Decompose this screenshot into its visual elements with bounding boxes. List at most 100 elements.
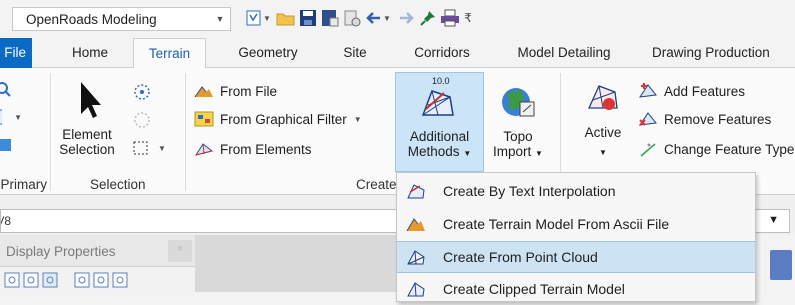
tab-terrain[interactable]: Terrain <box>133 38 206 69</box>
text-interpolation-icon <box>399 182 433 200</box>
from-graphical-filter-button[interactable]: From Graphical Filter ▼ <box>194 108 362 130</box>
active-label: Active <box>584 125 622 140</box>
active-terrain-icon <box>587 85 618 110</box>
group-label-selection: Selection <box>90 177 146 192</box>
chevron-down-icon: ▼ <box>215 14 225 24</box>
view-selector-value: V8 <box>1 214 11 228</box>
from-elements-label: From Elements <box>220 141 312 157</box>
menu-item-label: Create By Text Interpolation <box>443 183 616 199</box>
change-feature-type-button[interactable]: Change Feature Type <box>638 138 795 160</box>
workspace-value: OpenRoads Modeling <box>26 11 157 27</box>
topo-import-button[interactable]: Topo Import ▼ <box>488 72 548 172</box>
new-file-icon[interactable] <box>244 8 264 28</box>
ribbon-tabs: File Home Terrain Geometry Site Corridor… <box>0 38 795 69</box>
add-features-button[interactable]: Add Features <box>638 80 745 102</box>
from-file-label: From File <box>220 83 277 99</box>
remove-features-button[interactable]: Remove Features <box>638 108 771 130</box>
ascii-file-icon <box>399 215 433 233</box>
compress-icon[interactable] <box>342 8 362 28</box>
group-label-create: Create <box>356 177 397 192</box>
element-selection-label-2: Selection <box>59 142 115 157</box>
undo-icon[interactable] <box>364 8 384 28</box>
menu-item-label: Create Terrain Model From Ascii File <box>443 216 670 232</box>
tool-icon[interactable] <box>74 272 90 288</box>
tab-drawing-production[interactable]: Drawing Production <box>644 38 795 68</box>
close-button[interactable]: × <box>168 240 192 262</box>
terrain-elements-icon <box>194 140 214 158</box>
search-icon[interactable] <box>0 80 14 98</box>
topo-import-label-2: Import ▼ <box>493 144 543 159</box>
circle-select-icon[interactable] <box>132 82 152 102</box>
arrow-cursor-icon <box>81 82 101 118</box>
from-elements-button[interactable]: From Elements <box>194 138 312 160</box>
group-label-primary: Primary <box>0 177 48 192</box>
terrain-mesh-icon <box>421 90 454 116</box>
graphical-filter-icon <box>194 110 214 128</box>
tab-home[interactable]: Home <box>65 38 115 68</box>
dropdown-arrow-icon[interactable]: ▼ <box>262 8 272 28</box>
box-select-icon <box>133 141 148 155</box>
topo-import-label: Topo <box>503 129 533 144</box>
menu-item-create-from-point-cloud[interactable]: Create From Point Cloud <box>397 241 755 273</box>
add-features-label: Add Features <box>664 83 746 99</box>
panel-title: Display Properties <box>6 244 116 259</box>
chevron-down-icon: ▼ <box>599 148 607 157</box>
terrain-file-icon <box>194 82 214 100</box>
print-icon[interactable] <box>440 8 460 28</box>
menu-item-create-terrain-from-ascii[interactable]: Create Terrain Model From Ascii File <box>397 208 755 240</box>
chevron-down-icon: ▼ <box>158 143 166 153</box>
menu-item-label: Create Clipped Terrain Model <box>443 281 625 297</box>
quick-access-toolbar: OpenRoads Modeling ▼ ▼ ▼ ₹ <box>0 0 795 38</box>
properties-icon[interactable]: ▼ <box>0 108 22 126</box>
tab-model-detailing[interactable]: Model Detailing <box>504 38 624 68</box>
from-file-button[interactable]: From File <box>194 80 277 102</box>
tool-icon[interactable] <box>23 272 39 288</box>
view-cube-icon[interactable] <box>770 250 792 280</box>
clipped-terrain-icon <box>399 280 433 298</box>
group-separator <box>50 73 51 191</box>
redo-icon[interactable] <box>396 8 416 28</box>
menu-item-create-by-text-interpolation[interactable]: Create By Text Interpolation <box>397 175 755 207</box>
close-icon: × <box>177 243 184 255</box>
tool-icon[interactable] <box>42 272 58 288</box>
panel-toolbar <box>0 266 195 293</box>
tab-site[interactable]: Site <box>335 38 375 68</box>
level-icon[interactable] <box>0 136 12 154</box>
group-separator <box>185 73 186 191</box>
open-folder-icon[interactable] <box>276 8 296 28</box>
tool-icon[interactable] <box>112 272 128 288</box>
additional-methods-button[interactable]: 10.0 Additional Methods ▼ <box>395 72 484 172</box>
tool-icon[interactable] <box>93 272 109 288</box>
pin-icon[interactable] <box>418 8 438 28</box>
element-selection-label: Element <box>62 127 112 142</box>
chevron-down-icon: ▼ <box>353 114 362 124</box>
topo-globe-icon <box>502 88 535 117</box>
workspace-select[interactable]: OpenRoads Modeling ▼ <box>12 7 231 31</box>
save-settings-icon[interactable] <box>320 8 340 28</box>
point-cloud-icon <box>399 248 433 266</box>
menu-item-label: Create From Point Cloud <box>443 249 598 265</box>
element-selection-button[interactable]: Element Selection <box>58 80 116 162</box>
circle-unselect-icon[interactable] <box>132 110 152 130</box>
menu-item-create-clipped-terrain[interactable]: Create Clipped Terrain Model <box>397 273 755 305</box>
add-features-icon <box>638 82 658 100</box>
customize-toolbar-icon[interactable]: ₹ <box>462 8 474 28</box>
tab-geometry[interactable]: Geometry <box>228 38 308 68</box>
change-feature-type-label: Change Feature Type <box>664 141 795 157</box>
change-feature-icon <box>638 140 658 158</box>
additional-methods-label: Additional <box>409 129 470 144</box>
tab-corridors[interactable]: Corridors <box>404 38 480 68</box>
tab-file[interactable]: File <box>0 38 32 68</box>
active-terrain-button[interactable]: Active ▼ <box>572 76 634 166</box>
remove-features-icon <box>638 110 658 128</box>
save-icon[interactable] <box>298 8 318 28</box>
selection-mode-dropdown[interactable]: ▼ <box>132 138 176 158</box>
tool-icon[interactable] <box>4 272 20 288</box>
remove-features-label: Remove Features <box>664 111 772 127</box>
additional-methods-menu: Create By Text Interpolation Create Terr… <box>396 172 756 302</box>
additional-methods-label-2: Methods ▼ <box>407 144 472 159</box>
undo-dropdown-icon[interactable]: ▼ <box>382 8 392 28</box>
panel-tool-buttons <box>4 272 128 288</box>
from-graphical-filter-label: From Graphical Filter <box>220 111 347 127</box>
chevron-down-icon: ▼ <box>768 214 779 226</box>
